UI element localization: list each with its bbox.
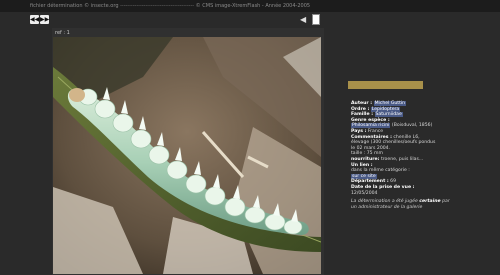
info-panel: Auteur : Michel Guttin Ordre : Lepidopte… bbox=[351, 101, 451, 210]
genus-link[interactable]: Philosamia ricini bbox=[351, 123, 391, 129]
previous-button[interactable]: ◀◀ bbox=[30, 15, 39, 24]
department-value: 69 bbox=[390, 179, 397, 185]
order-label: Ordre : bbox=[351, 106, 370, 112]
link-label: Un lien : bbox=[351, 162, 373, 168]
back-arrow-icon[interactable]: ◀ bbox=[300, 15, 306, 24]
site-link[interactable]: sur ce site bbox=[351, 173, 377, 179]
credit-text: fichier détermination © insecte.org ----… bbox=[30, 0, 310, 12]
genus-author: (Boisduval, 1856) bbox=[391, 123, 433, 129]
family-link[interactable]: Saturniidae bbox=[374, 112, 403, 118]
department-label: Département : bbox=[351, 179, 389, 185]
family-label: Famille : bbox=[351, 112, 374, 118]
author-link[interactable]: Michel Guttin bbox=[373, 101, 407, 106]
country-value: France bbox=[367, 128, 384, 134]
next-button[interactable]: ▶▶ bbox=[40, 15, 49, 24]
food-label: nourriture: bbox=[351, 156, 380, 162]
copyright-label: © CMS image-XtremFlash - Année 2004-2005 bbox=[195, 3, 311, 9]
ref-label: ref : 1 bbox=[55, 30, 70, 36]
title-bar bbox=[348, 81, 423, 89]
note-emphasis: certaine bbox=[419, 199, 441, 205]
top-bar: fichier détermination © insecte.org ----… bbox=[0, 0, 500, 12]
comments-label: Commentaires : bbox=[351, 134, 392, 140]
credit-label: fichier détermination © insecte.org bbox=[30, 3, 119, 9]
photo-image bbox=[53, 37, 321, 274]
country-label: Pays : bbox=[351, 128, 367, 134]
document-icon[interactable] bbox=[312, 14, 320, 25]
note-text: La détermination a été jugée bbox=[351, 199, 418, 205]
order-link[interactable]: Lepidoptera bbox=[370, 106, 401, 112]
date-value: 12/05/2004 bbox=[351, 190, 378, 196]
author-label: Auteur : bbox=[351, 101, 373, 106]
comments-line: chenille L6, bbox=[393, 134, 420, 140]
separator: ----------------------------------------… bbox=[120, 3, 195, 9]
caterpillar-photo[interactable] bbox=[53, 37, 321, 274]
date-label: Date de la prise de vue : bbox=[351, 184, 415, 190]
food-value: troene, puis lilas... bbox=[380, 156, 424, 162]
determination-note: La détermination a été jugée certaine pa… bbox=[351, 199, 451, 210]
